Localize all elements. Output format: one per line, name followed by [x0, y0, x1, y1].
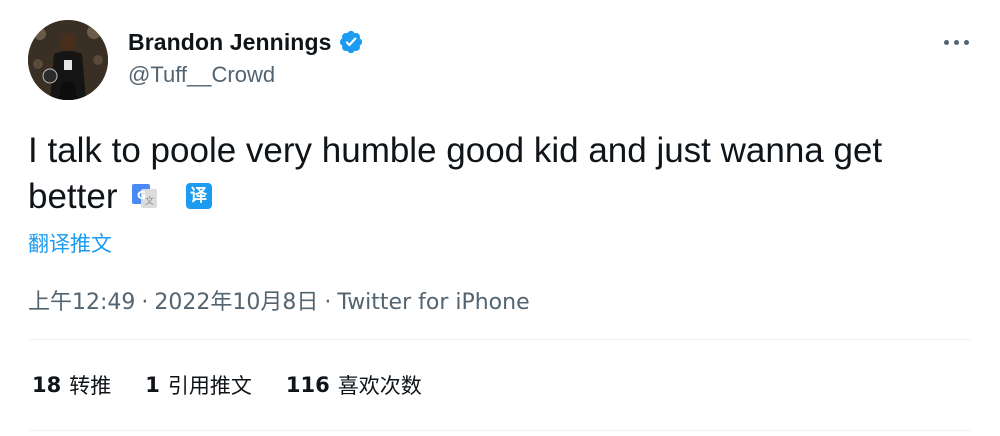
author-handle[interactable]: @Tuff__Crowd: [128, 62, 275, 88]
avatar[interactable]: [28, 20, 108, 100]
translate-icon[interactable]: 译: [185, 182, 212, 209]
verified-badge-icon: [339, 30, 362, 54]
retweets-stat[interactable]: 18 转推: [32, 370, 111, 400]
retweets-label: 转推: [69, 374, 112, 398]
tweet-body: I talk to poole very humble good kid and…: [28, 128, 978, 220]
likes-count: 116: [285, 373, 330, 397]
tweet-card: Brandon Jennings @Tuff__Crowd I talk to …: [0, 0, 1000, 436]
dot: [943, 39, 949, 45]
dot: [963, 39, 969, 45]
quote-tweets-count: 1: [145, 373, 160, 397]
quote-tweets-label: 引用推文: [167, 374, 252, 398]
engagement-stats: 18 转推 1 引用推文 116 喜欢次数: [32, 370, 456, 400]
svg-text:文: 文: [145, 195, 154, 207]
retweets-count: 18: [32, 373, 62, 397]
tweet-source[interactable]: Twitter for iPhone: [337, 290, 529, 315]
more-options-icon[interactable]: [940, 28, 972, 56]
display-name[interactable]: Brandon Jennings: [128, 29, 332, 56]
likes-label: 喜欢次数: [337, 374, 422, 398]
google-translate-icon[interactable]: G 文: [131, 183, 158, 209]
tweet-time[interactable]: 上午12:49: [28, 290, 135, 315]
divider: [28, 430, 972, 431]
meta-separator: ·: [324, 290, 332, 315]
author-name-row: Brandon Jennings: [128, 27, 364, 57]
divider: [28, 339, 972, 340]
tweet-date[interactable]: 2022年10月8日: [154, 290, 318, 315]
likes-stat[interactable]: 116 喜欢次数: [286, 370, 422, 400]
tweet-meta: 上午12:49 · 2022年10月8日 · Twitter for iPhone: [28, 284, 530, 316]
quote-tweets-stat[interactable]: 1 引用推文: [145, 370, 252, 400]
dot: [953, 39, 959, 45]
meta-separator: ·: [141, 290, 149, 315]
avatar-image: [28, 20, 108, 100]
translate-tweet-link[interactable]: 翻译推文: [28, 228, 112, 258]
